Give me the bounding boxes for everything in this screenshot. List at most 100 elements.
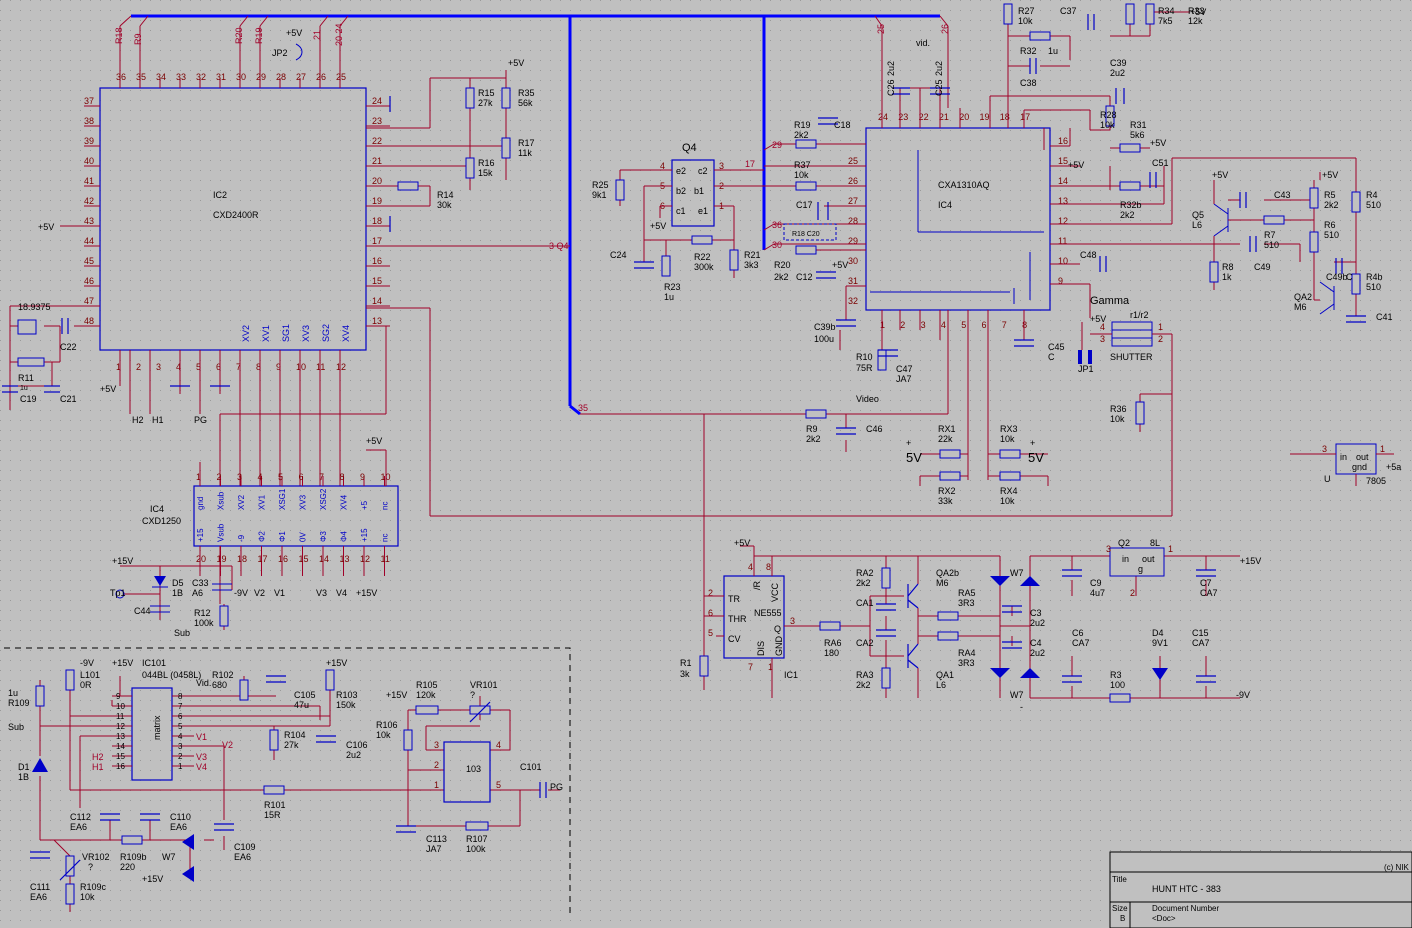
svg-text:75R: 75R bbox=[856, 363, 873, 373]
svg-text:5V: 5V bbox=[906, 450, 922, 465]
svg-text:3R3: 3R3 bbox=[958, 658, 975, 668]
ic2-pin-41: 41 bbox=[84, 176, 94, 186]
svg-text:+5V: +5V bbox=[832, 260, 848, 270]
svg-text:C6: C6 bbox=[1072, 628, 1084, 638]
svg-text:12k: 12k bbox=[1188, 16, 1203, 26]
svg-text:C18: C18 bbox=[834, 120, 851, 130]
svg-text:R102: R102 bbox=[212, 670, 234, 680]
svg-text:EA6: EA6 bbox=[70, 822, 87, 832]
svg-text:17: 17 bbox=[745, 159, 755, 169]
svg-text:36: 36 bbox=[772, 220, 782, 230]
ic4b-pin-13: 13 bbox=[340, 554, 350, 564]
ic4a-pin-26: 26 bbox=[848, 176, 858, 186]
ic4b-bottom-label: +15 bbox=[196, 528, 205, 542]
svg-text:1u: 1u bbox=[664, 292, 674, 302]
ic4a-pin-7: 7 bbox=[1002, 320, 1007, 330]
ic101-pin-6: 6 bbox=[178, 712, 183, 721]
ic2-label-xv3: XV3 bbox=[301, 325, 311, 342]
ic101-pin-11: 11 bbox=[116, 712, 125, 721]
svg-text:?: ? bbox=[470, 690, 475, 700]
svg-text:M6: M6 bbox=[936, 578, 949, 588]
ic4a-pin-32: 32 bbox=[848, 296, 858, 306]
svg-text:EA6: EA6 bbox=[234, 852, 251, 862]
r35-ref: R35 bbox=[518, 88, 535, 98]
svg-text:A6: A6 bbox=[192, 588, 203, 598]
svg-text:R4b: R4b bbox=[1366, 272, 1383, 282]
ic4a-pin-17: 17 bbox=[1020, 112, 1030, 122]
svg-text:180: 180 bbox=[824, 648, 839, 658]
svg-text:CA7: CA7 bbox=[1072, 638, 1090, 648]
svg-text:3: 3 bbox=[1322, 444, 1327, 454]
svg-text:30: 30 bbox=[772, 240, 782, 250]
svg-text:510: 510 bbox=[1366, 282, 1381, 292]
ic4a-pin-8: 8 bbox=[1022, 320, 1027, 330]
ic2-label-xv2: XV2 bbox=[241, 325, 251, 342]
ic4b-bottom-label: nc bbox=[381, 534, 390, 542]
ic101-pin-10: 10 bbox=[116, 702, 125, 711]
ic2-pin-30: 30 bbox=[236, 72, 246, 82]
size-label: Size bbox=[1112, 904, 1128, 913]
svg-text:W7: W7 bbox=[162, 852, 176, 862]
svg-text:RX3: RX3 bbox=[1000, 424, 1018, 434]
ic4a-pin-31: 31 bbox=[848, 276, 858, 286]
svg-text:D5: D5 bbox=[172, 578, 184, 588]
svg-text:+5V: +5V bbox=[1190, 7, 1206, 17]
copyright-text: (c) NIK bbox=[1384, 863, 1410, 872]
svg-text:TR: TR bbox=[728, 594, 740, 604]
svg-text:C9: C9 bbox=[1090, 578, 1102, 588]
ic2-pin-36: 36 bbox=[116, 72, 126, 82]
svg-text:NE555: NE555 bbox=[754, 608, 782, 618]
ic4b-top-label: XSG1 bbox=[278, 488, 287, 510]
svg-text:27k: 27k bbox=[284, 740, 299, 750]
svg-text:-: - bbox=[1020, 702, 1023, 712]
svg-text:9k1: 9k1 bbox=[592, 190, 607, 200]
ic101-pin-13: 13 bbox=[116, 732, 125, 741]
ic2-pin-19: 19 bbox=[372, 196, 382, 206]
ic2-pin-16: 16 bbox=[372, 256, 382, 266]
svg-text:+: + bbox=[1030, 438, 1035, 448]
svg-text:2k2: 2k2 bbox=[856, 578, 871, 588]
c19-ref: C19 bbox=[20, 394, 37, 404]
svg-text:510: 510 bbox=[1366, 200, 1381, 210]
svg-text:C49b: C49b bbox=[1326, 272, 1348, 282]
svg-text:R104: R104 bbox=[284, 730, 306, 740]
svg-text:b2: b2 bbox=[676, 186, 686, 196]
svg-text:47u: 47u bbox=[294, 700, 309, 710]
svg-text:10k: 10k bbox=[376, 730, 391, 740]
ic4b-pin-4: 4 bbox=[258, 472, 263, 482]
svg-text:R12: R12 bbox=[194, 608, 211, 618]
ic4a-pin-30: 30 bbox=[848, 256, 858, 266]
svg-text:100k: 100k bbox=[466, 844, 486, 854]
svg-text:R28: R28 bbox=[1100, 110, 1117, 120]
svg-text:CA2: CA2 bbox=[856, 638, 874, 648]
svg-text:V2: V2 bbox=[254, 588, 265, 598]
svg-text:10k: 10k bbox=[1018, 16, 1033, 26]
svg-text:220: 220 bbox=[120, 862, 135, 872]
svg-text:QA1: QA1 bbox=[936, 670, 954, 680]
svg-text:R36: R36 bbox=[1110, 404, 1127, 414]
r11-val: 1u bbox=[20, 385, 28, 392]
svg-text:2k2: 2k2 bbox=[806, 434, 821, 444]
svg-text:3: 3 bbox=[434, 740, 439, 750]
ic101-pin-5: 5 bbox=[178, 722, 183, 731]
svg-text:R9: R9 bbox=[133, 33, 143, 45]
svg-text:3: 3 bbox=[790, 616, 795, 626]
svg-text:R19: R19 bbox=[254, 27, 264, 44]
svg-text:3k3: 3k3 bbox=[744, 260, 759, 270]
svg-text:R7: R7 bbox=[1264, 230, 1276, 240]
svg-text:Vid.: Vid. bbox=[196, 678, 211, 688]
docnum-value: <Doc> bbox=[1152, 914, 1176, 923]
svg-text:V2: V2 bbox=[222, 740, 233, 750]
ic4b-bottom-label: Φ4 bbox=[340, 531, 349, 542]
svg-text:+5V: +5V bbox=[1212, 170, 1228, 180]
svg-text:4: 4 bbox=[748, 562, 753, 572]
svg-text:e2: e2 bbox=[676, 166, 686, 176]
svg-text:C39: C39 bbox=[1110, 58, 1127, 68]
svg-text:C49: C49 bbox=[1254, 262, 1271, 272]
svg-text:1u: 1u bbox=[1048, 46, 1058, 56]
svg-text:QA2: QA2 bbox=[1294, 292, 1312, 302]
ic4a-pin-4: 4 bbox=[941, 320, 946, 330]
svg-text:C: C bbox=[1346, 272, 1353, 282]
ic2-name: IC2 bbox=[213, 190, 227, 200]
ic2-pin-43: 43 bbox=[84, 216, 94, 226]
